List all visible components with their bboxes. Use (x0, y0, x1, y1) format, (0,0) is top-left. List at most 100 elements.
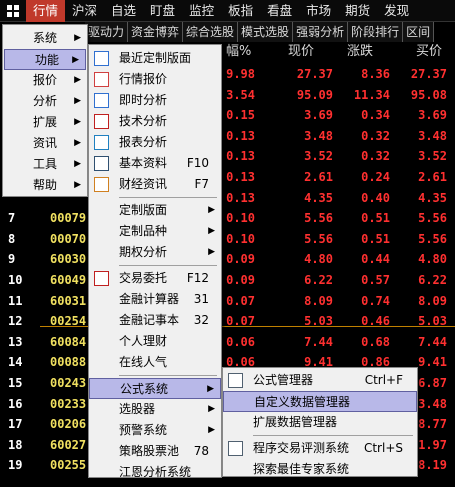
pct-change-value: 0.07 (226, 314, 255, 329)
price-value: 4.80 (304, 252, 333, 267)
menu-item[interactable]: 系统 ▶ (3, 28, 87, 49)
nav-tab-jiankong[interactable]: 监控 (182, 0, 221, 22)
submenu-arrow-icon: ▶ (208, 247, 215, 257)
submenu-item[interactable]: 定制版面 ▶ (89, 200, 221, 221)
change-value: 0.32 (361, 149, 390, 164)
submenu-item[interactable]: 金融记事本 32 (89, 310, 221, 331)
menu-item[interactable]: 分析 ▶ (3, 91, 87, 112)
submenu-arrow-icon: ▶ (74, 75, 81, 85)
submenu-item[interactable]: 即时分析 (89, 90, 221, 111)
column-header-price[interactable]: 现价 (288, 42, 314, 62)
stock-code: 60084 (50, 334, 87, 349)
formula-menu-item[interactable]: 公式管理器 Ctrl+F (223, 370, 417, 391)
menu-item[interactable]: 工具 ▶ (3, 154, 87, 175)
table-row[interactable]: 7 00079 0.10 5.56 0.51 5.56 (0, 208, 455, 229)
row-index: 18 (8, 437, 23, 452)
submenu-item[interactable]: 公式系统 ▶ (89, 378, 221, 399)
menu-separator (119, 197, 217, 198)
price-value: 5.56 (304, 231, 333, 246)
submenu-item[interactable]: 报表分析 (89, 132, 221, 153)
stock-code: 60049 (50, 273, 87, 287)
submenu-item[interactable]: 个人理财 (89, 331, 221, 352)
table-row[interactable]: 10 60049 0.09 6.22 0.57 6.22 (0, 270, 455, 291)
formula-menu-label: 扩展数据管理器 (253, 415, 338, 429)
submenu-item[interactable]: 在线人气 (89, 352, 221, 373)
submenu-item[interactable]: 定制品种 ▶ (89, 221, 221, 242)
shortcut-label: Ctrl+S (363, 441, 403, 455)
menu-item[interactable]: 功能 ▶ (4, 49, 86, 70)
submenu-item[interactable]: 财经资讯 F7 (89, 174, 221, 195)
pct-change-value: 0.07 (226, 293, 255, 308)
submenu-item[interactable]: 行情报价 (89, 69, 221, 90)
table-row[interactable]: 12 00254 0.07 5.03 0.46 5.03 (0, 311, 455, 332)
formula-menu-item[interactable]: 程序交易评测系统 Ctrl+S (223, 438, 417, 459)
submenu-item-label: 预警系统 (119, 423, 168, 437)
pct-change-value: 0.09 (226, 252, 255, 267)
menu-item-label: 工具 (33, 157, 58, 171)
submenu-item-label: 即时分析 (119, 93, 168, 107)
menu-item[interactable]: 资讯 ▶ (3, 133, 87, 154)
table-row[interactable]: 9 60030 0.09 4.80 0.44 4.80 (0, 249, 455, 270)
nav-tab-zixuan[interactable]: 自选 (104, 0, 143, 22)
menu-item[interactable]: 报价 ▶ (3, 70, 87, 91)
menu-item[interactable]: 扩展 ▶ (3, 112, 87, 133)
submenu-arrow-icon: ▶ (208, 404, 215, 414)
submenu-item-label: 金融计算器 (119, 292, 180, 306)
formula-system-submenu: 公式管理器 Ctrl+F 自定义数据管理器扩展数据管理器程序交易评测系统 Ctrl+S… (222, 367, 418, 477)
subtab-qudongli[interactable]: 驱动力 (85, 22, 129, 42)
subtab-moshixuangu[interactable]: 模式选股 (238, 22, 294, 42)
nav-tab-hushen[interactable]: 沪深 (65, 0, 104, 22)
submenu-item[interactable]: 最近定制版面 (89, 48, 221, 69)
stock-code: 00088 (50, 355, 87, 370)
column-header-buy[interactable]: 买价 (416, 42, 442, 62)
formula-menu-item[interactable]: 扩展数据管理器 (223, 412, 417, 433)
menu-item-label: 功能 (35, 53, 60, 67)
submenu-item[interactable]: 交易委托 F12 (89, 268, 221, 289)
stock-code: 00070 (50, 231, 87, 246)
nav-tab-shichang[interactable]: 市场 (299, 0, 338, 22)
submenu-item[interactable]: 期权分析 ▶ (89, 242, 221, 263)
nav-tab-hangqing[interactable]: 行情 (26, 0, 66, 22)
pct-change-value: 0.06 (226, 334, 255, 349)
subtab-qiangruofenxi[interactable]: 强弱分析 (293, 22, 349, 42)
subtab-zonghexuangu[interactable]: 综合选股 (183, 22, 239, 42)
submenu-item[interactable]: 预警系统 ▶ (89, 420, 221, 441)
column-header-pct[interactable]: 幅% (226, 42, 251, 62)
menu-item[interactable]: 帮助 ▶ (3, 175, 87, 196)
formula-menu-label: 探索最佳专家系统 (253, 462, 350, 476)
nav-tab-banzhi[interactable]: 板指 (221, 0, 260, 22)
nav-tab-dingpan[interactable]: 盯盘 (143, 0, 182, 22)
submenu-item[interactable]: 策略股票池 78 (89, 441, 221, 462)
formula-menu-item[interactable]: 自定义数据管理器 (223, 391, 417, 412)
submenu-item[interactable]: 技术分析 (89, 111, 221, 132)
shortcut-label: 31 (193, 292, 209, 306)
change-value: 8.36 (361, 67, 390, 81)
submenu-item[interactable]: 基本资料 F10 (89, 153, 221, 174)
main-popup-menu: 系统 ▶ 功能 ▶ 报价 ▶ 分析 ▶ 扩展 ▶ 资讯 ▶ 工具 ▶ 帮助 ▶ (2, 24, 88, 197)
function-icon (94, 51, 109, 66)
submenu-item-label: 交易委托 (119, 271, 168, 285)
table-row[interactable]: 8 00070 0.10 5.56 0.51 5.56 (0, 229, 455, 250)
function-submenu: 最近定制版面 行情报价即时分析技术分析 报表分析 基本资料 F10 财经资讯 F7 定制版面 ▶… (88, 44, 222, 479)
submenu-item[interactable]: 江恩分析系统 (89, 462, 221, 483)
grid-menu-icon[interactable] (0, 0, 26, 22)
menu-item-label: 分析 (33, 94, 58, 108)
stock-code: 60030 (50, 252, 87, 267)
table-row[interactable]: 13 60084 0.06 7.44 0.68 7.44 (0, 332, 455, 353)
subtab-zijinboyi[interactable]: 资金博弈 (128, 22, 184, 42)
menu-item-label: 帮助 (33, 178, 58, 192)
subtab-qujian[interactable]: 区间 (403, 22, 435, 42)
nav-tab-qihuo[interactable]: 期货 (338, 0, 377, 22)
column-header-change[interactable]: 涨跌 (347, 42, 373, 62)
price-value: 27.37 (296, 67, 333, 81)
nav-tab-kanpan[interactable]: 看盘 (260, 0, 299, 22)
submenu-item[interactable]: 选股器 ▶ (89, 399, 221, 420)
submenu-item[interactable]: 金融计算器 31 (89, 289, 221, 310)
formula-menu-item[interactable]: 探索最佳专家系统 (223, 459, 417, 480)
subtab-jieduanpaihang[interactable]: 阶段排行 (348, 22, 404, 42)
submenu-arrow-icon: ▶ (74, 138, 81, 148)
change-value: 0.51 (361, 211, 390, 226)
nav-tab-faxian[interactable]: 发现 (377, 0, 416, 22)
table-row[interactable]: 11 60031 0.07 8.09 0.74 8.09 (0, 291, 455, 312)
pct-change-value: 0.10 (226, 211, 255, 226)
